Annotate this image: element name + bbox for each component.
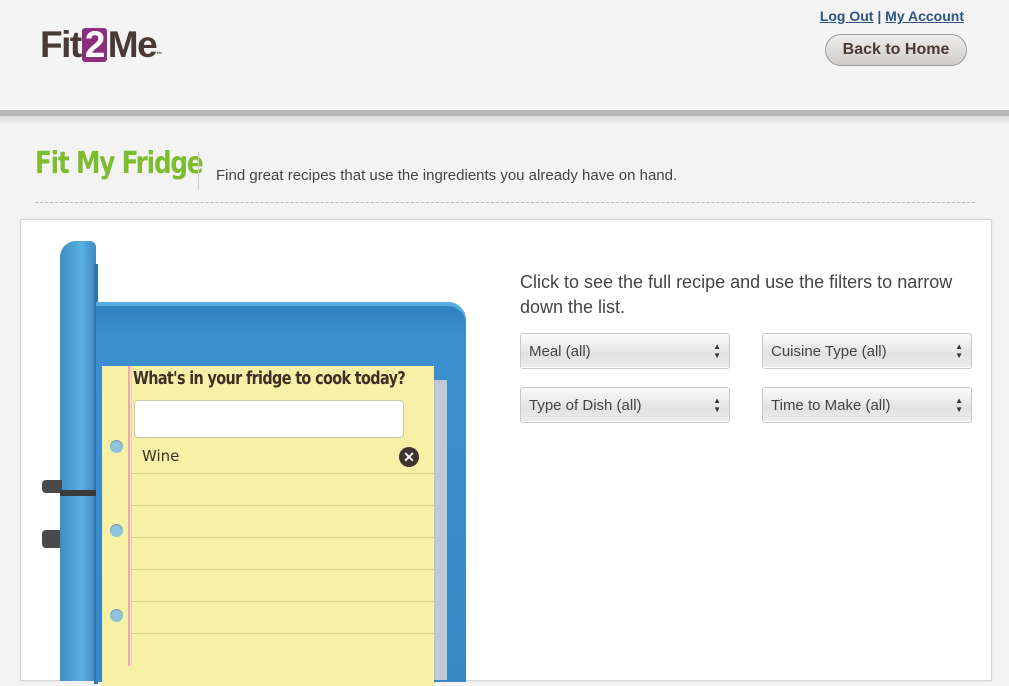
filter-instructions: Click to see the full recipe and use the…: [520, 272, 953, 317]
notepad-hole: [110, 524, 123, 537]
fridge-inner-shadow: [433, 380, 447, 680]
title-divider: [198, 152, 199, 190]
logo-text-2: 2: [81, 26, 107, 63]
notepad-rule: [132, 537, 434, 538]
dashed-divider: [35, 202, 975, 203]
logo-trademark: ™: [156, 52, 163, 58]
close-circle-icon[interactable]: ✕: [399, 447, 419, 467]
notepad-title: What's in your fridge to cook today?: [133, 368, 406, 389]
select-arrows-icon: ▲ ▼: [955, 396, 963, 414]
logo-text-me: Me: [107, 24, 158, 65]
notepad-margin-line-inner: [131, 366, 132, 666]
dish-type-filter-label: Type of Dish (all): [529, 397, 642, 414]
notepad-hole: [110, 440, 123, 453]
page-title: Fit My Fridge: [35, 146, 204, 181]
link-separator: |: [877, 8, 882, 24]
select-arrows-icon: ▲ ▼: [955, 342, 963, 360]
notepad-rule: [132, 569, 434, 570]
fridge-hinge-upper: [42, 480, 62, 493]
select-arrows-icon: ▲ ▼: [713, 342, 721, 360]
logo-text-fit: Fit: [40, 24, 82, 65]
notepad-margin-line: [128, 366, 130, 666]
cuisine-filter-label: Cuisine Type (all): [771, 343, 887, 360]
meal-filter-label: Meal (all): [529, 343, 591, 360]
fridge-door: [60, 241, 96, 681]
header-shadow: [0, 116, 1009, 126]
time-filter-label: Time to Make (all): [771, 397, 891, 414]
logout-link[interactable]: Log Out: [820, 8, 874, 24]
notepad-rule: [132, 633, 434, 634]
fit2me-logo[interactable]: Fit 2 Me ™: [40, 24, 162, 66]
ingredient-input[interactable]: [134, 400, 404, 438]
notepad-rule: [132, 473, 434, 474]
fridge-hinge-lower: [42, 530, 60, 548]
cuisine-filter-select[interactable]: Cuisine Type (all) ▲ ▼: [762, 333, 972, 369]
time-filter-select[interactable]: Time to Make (all) ▲ ▼: [762, 387, 972, 423]
notepad-rule: [132, 505, 434, 506]
select-arrows-icon: ▲ ▼: [713, 396, 721, 414]
ingredient-item-label: Wine: [142, 447, 180, 465]
notepad-rule: [132, 601, 434, 602]
meal-filter-select[interactable]: Meal (all) ▲ ▼: [520, 333, 730, 369]
my-account-link[interactable]: My Account: [885, 8, 964, 24]
account-links: Log Out | My Account: [820, 8, 964, 24]
fridge-handle: [60, 490, 96, 496]
notepad-hole: [110, 609, 123, 622]
dish-type-filter-select[interactable]: Type of Dish (all) ▲ ▼: [520, 387, 730, 423]
back-to-home-button[interactable]: Back to Home: [825, 34, 967, 66]
page-tagline: Find great recipes that use the ingredie…: [216, 167, 678, 184]
